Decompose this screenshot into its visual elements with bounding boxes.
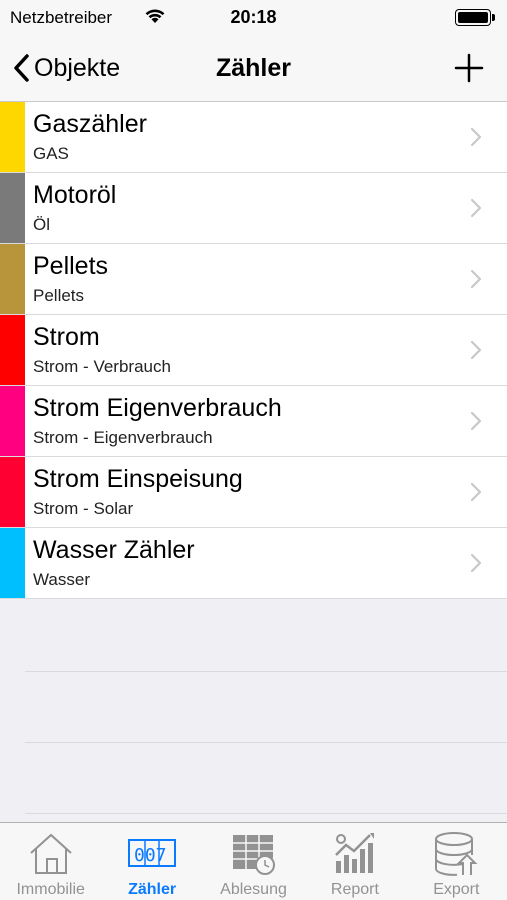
- tab-bar: Immobilie 007 Zähler Ablesung Report Exp…: [0, 822, 507, 900]
- meter-subtitle: GAS: [33, 144, 69, 163]
- chevron-right-icon: [470, 198, 482, 218]
- separator: [25, 742, 507, 743]
- clock: 20:18: [230, 7, 277, 27]
- color-swatch: [0, 102, 25, 172]
- color-swatch: [0, 386, 25, 456]
- list-item[interactable]: Pellets Pellets: [0, 244, 507, 315]
- meter-title: Pellets: [33, 252, 109, 280]
- meter-title: Wasser Zähler: [33, 536, 195, 564]
- meter-title: Motoröl: [33, 181, 117, 209]
- chevron-right-icon: [470, 553, 482, 573]
- chevron-right-icon: [470, 269, 482, 289]
- chart-icon: [335, 833, 374, 873]
- list-item[interactable]: Strom Eigenverbrauch Strom - Eigenverbra…: [0, 386, 507, 457]
- tab-label: Report: [330, 881, 379, 898]
- tab-export[interactable]: Export: [406, 823, 507, 900]
- chevron-right-icon: [470, 340, 482, 360]
- tab-immobilie[interactable]: Immobilie: [0, 823, 101, 900]
- meter-subtitle: Pellets: [33, 286, 85, 305]
- meter-title: Strom: [33, 323, 100, 351]
- battery-icon: [455, 9, 495, 26]
- navigation-bar: Objekte Zähler: [0, 34, 507, 102]
- color-swatch: [0, 457, 25, 527]
- meter-subtitle: Strom - Verbrauch: [33, 357, 171, 376]
- meter-subtitle: Strom - Eigenverbrauch: [33, 428, 213, 447]
- tab-label: Ablesung: [220, 881, 287, 898]
- tab-label: Export: [433, 881, 480, 898]
- tab-label: Zähler: [128, 881, 177, 898]
- status-bar: Netzbetreiber 20:18: [0, 0, 507, 34]
- counter-icon: 007: [128, 839, 177, 867]
- meter-title: Strom Einspeisung: [33, 465, 243, 493]
- color-swatch: [0, 173, 25, 243]
- list-item[interactable]: Gaszähler GAS: [0, 102, 507, 173]
- meter-subtitle: Öl: [33, 215, 50, 234]
- house-icon: [30, 833, 72, 874]
- tab-report[interactable]: Report: [304, 823, 405, 900]
- svg-text:007: 007: [134, 845, 167, 866]
- list-item[interactable]: Wasser Zähler Wasser: [0, 528, 507, 599]
- list-item[interactable]: Strom Strom - Verbrauch: [0, 315, 507, 386]
- tab-zaehler[interactable]: 007 Zähler: [101, 823, 202, 900]
- color-swatch: [0, 315, 25, 385]
- color-swatch: [0, 528, 25, 598]
- page-title: Zähler: [215, 54, 292, 82]
- chevron-right-icon: [470, 127, 482, 147]
- meter-subtitle: Wasser: [33, 570, 90, 589]
- chevron-right-icon: [470, 411, 482, 431]
- separator: [25, 813, 507, 814]
- tab-ablesung[interactable]: Ablesung: [203, 823, 304, 900]
- add-button[interactable]: [453, 52, 485, 84]
- list-item[interactable]: Strom Einspeisung Strom - Solar: [0, 457, 507, 528]
- table-clock-icon: [232, 835, 275, 875]
- meter-subtitle: Strom - Solar: [33, 499, 134, 518]
- database-export-icon: [435, 832, 478, 876]
- separator: [25, 671, 507, 672]
- meter-list: Gaszähler GAS Motoröl Öl Pellets Pellets…: [0, 102, 507, 599]
- color-swatch: [0, 244, 25, 314]
- list-item[interactable]: Motoröl Öl: [0, 173, 507, 244]
- meter-title: Strom Eigenverbrauch: [33, 394, 282, 422]
- meter-title: Gaszähler: [33, 110, 147, 138]
- chevron-right-icon: [470, 482, 482, 502]
- tab-label: Immobilie: [16, 881, 85, 898]
